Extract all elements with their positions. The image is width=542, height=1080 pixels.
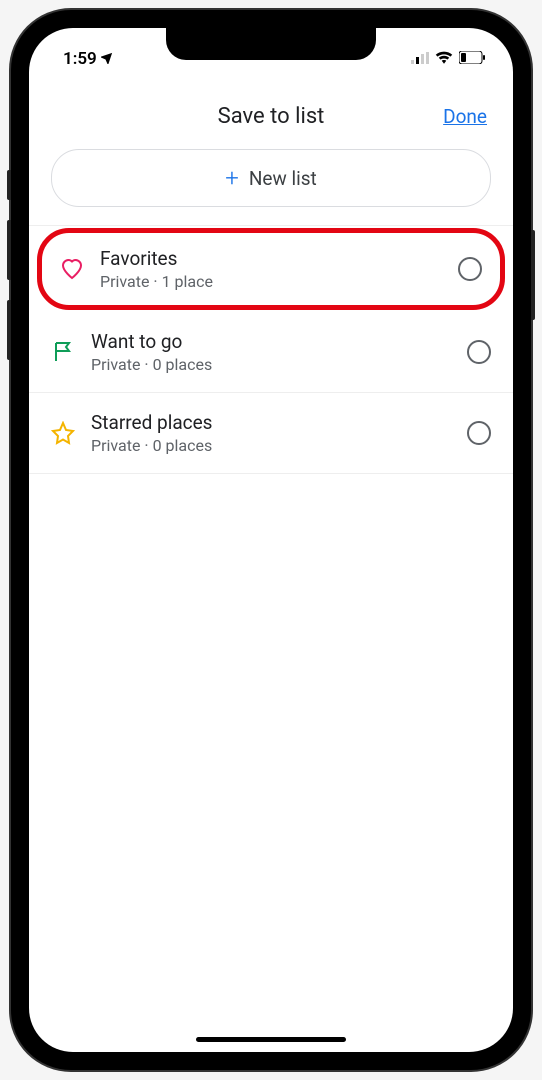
status-time: 1:59 [63, 49, 97, 69]
side-buttons-left [7, 170, 11, 380]
notch [166, 28, 376, 60]
volume-up-button [7, 220, 11, 280]
phone-frame: 1:59 Save to list Done [11, 10, 531, 1070]
mute-switch [7, 170, 11, 200]
list-item-favorites[interactable]: Favorites Private · 1 place [37, 228, 505, 310]
volume-down-button [7, 300, 11, 360]
lists-container: Favorites Private · 1 place Want to go P… [29, 225, 513, 474]
new-list-button[interactable]: + New list [51, 149, 491, 207]
list-item-starred-places[interactable]: Starred places Private · 0 places [29, 393, 513, 474]
list-subtitle: Private · 0 places [91, 355, 451, 374]
status-left: 1:59 [63, 49, 115, 69]
radio-button[interactable] [458, 257, 482, 281]
new-list-label: New list [249, 167, 317, 190]
radio-button[interactable] [467, 340, 491, 364]
list-content: Starred places Private · 0 places [91, 411, 451, 455]
list-subtitle: Private · 1 place [100, 272, 442, 291]
side-buttons-right [531, 230, 535, 320]
signal-icon [411, 49, 429, 69]
list-item-want-to-go[interactable]: Want to go Private · 0 places [29, 312, 513, 393]
list-content: Want to go Private · 0 places [91, 330, 451, 374]
list-subtitle: Private · 0 places [91, 436, 451, 455]
status-right [411, 49, 485, 69]
flag-icon [51, 340, 75, 364]
list-title: Want to go [91, 330, 451, 353]
star-icon [51, 421, 75, 445]
heart-icon [60, 257, 84, 281]
location-icon [101, 49, 115, 69]
wifi-icon [435, 49, 453, 69]
power-button [531, 230, 535, 320]
list-content: Favorites Private · 1 place [100, 247, 442, 291]
phone-screen: 1:59 Save to list Done [29, 28, 513, 1052]
list-title: Favorites [100, 247, 442, 270]
radio-button[interactable] [467, 421, 491, 445]
done-button[interactable]: Done [443, 105, 487, 128]
plus-icon: + [225, 164, 239, 192]
home-indicator[interactable] [196, 1037, 346, 1042]
modal-header: Save to list Done [29, 76, 513, 147]
page-title: Save to list [218, 104, 325, 129]
list-title: Starred places [91, 411, 451, 434]
battery-icon [459, 49, 485, 69]
